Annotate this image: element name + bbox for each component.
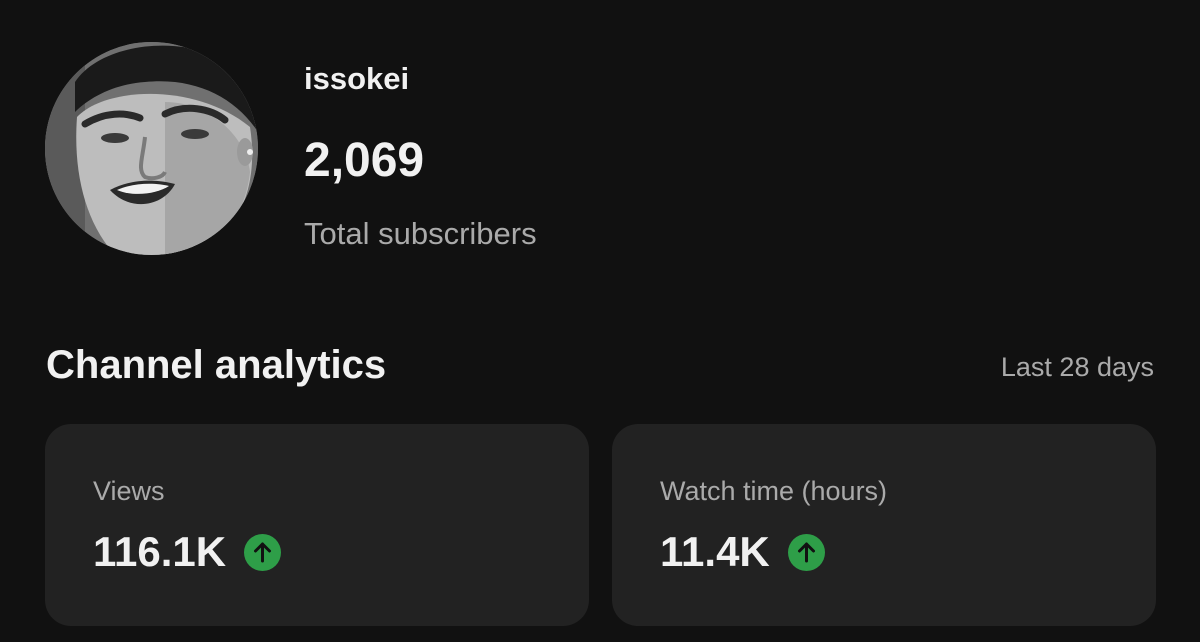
channel-name: issokei (304, 61, 410, 96)
watch-time-label: Watch time (hours) (660, 476, 888, 506)
views-value: 116.1K (93, 528, 227, 575)
views-label: Views (93, 476, 165, 506)
channel-avatar[interactable] (45, 42, 258, 255)
arrow-up-icon (244, 533, 282, 571)
views-card[interactable]: Views 116.1K (45, 424, 589, 626)
arrow-up-icon (787, 533, 825, 571)
subscriber-count: 2,069 (304, 134, 425, 187)
avatar-photo (45, 42, 258, 255)
period-label: Last 28 days (1000, 352, 1154, 382)
watch-time-card[interactable]: Watch time (hours) 11.4K (612, 424, 1156, 626)
watch-time-value-row: 11.4K (660, 526, 825, 578)
watch-time-value: 11.4K (660, 528, 770, 575)
section-title: Channel analytics (46, 343, 387, 387)
views-value-row: 116.1K (93, 526, 282, 578)
subscriber-label: Total subscribers (304, 216, 537, 251)
